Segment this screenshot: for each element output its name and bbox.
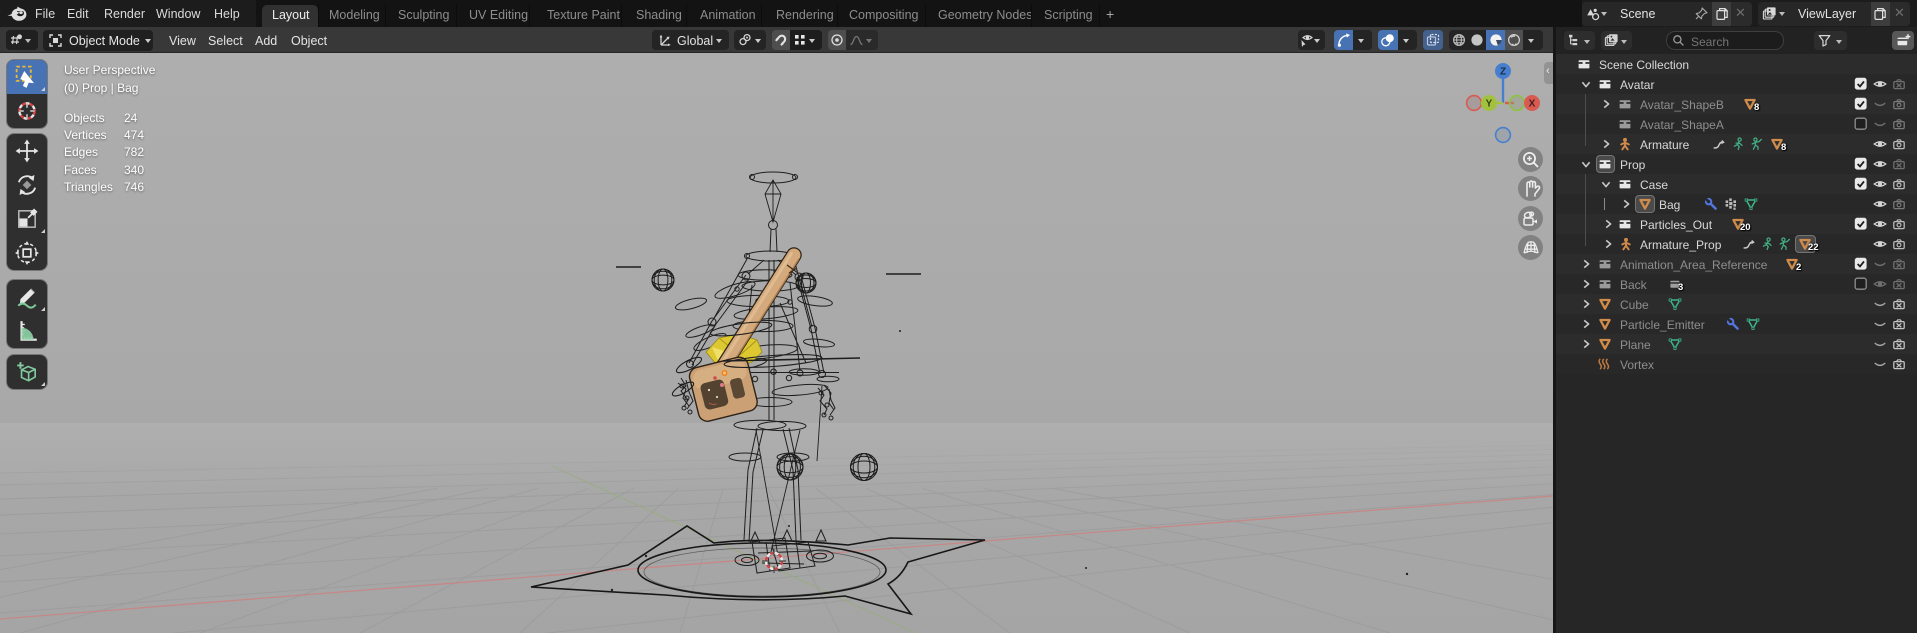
svg-text:Z: Z [1500, 67, 1506, 78]
svg-text:Y: Y [1486, 99, 1493, 110]
svg-text:X: X [1529, 99, 1536, 110]
